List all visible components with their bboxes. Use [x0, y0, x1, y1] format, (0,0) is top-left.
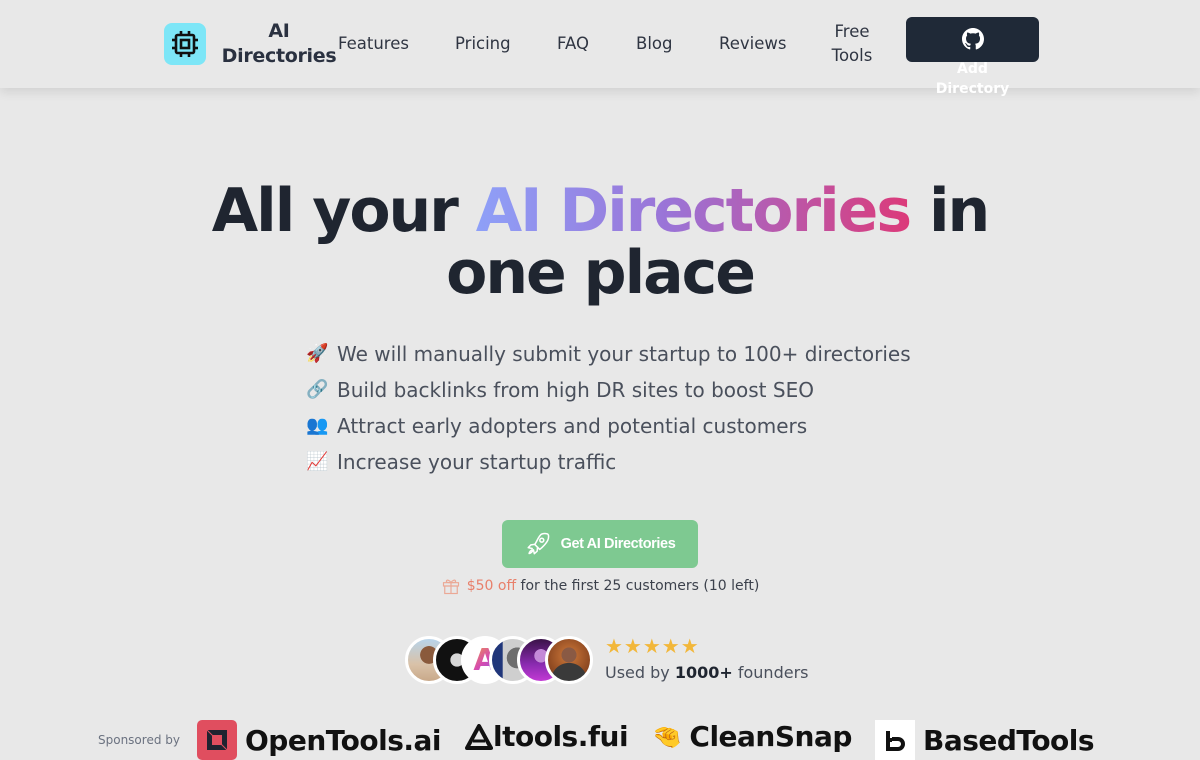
- add-directory-label-line-2: Directory: [935, 81, 1010, 97]
- used-by-text: Used by 1000+ founders: [605, 662, 808, 684]
- rocket-icon: 🚀: [306, 343, 329, 364]
- feature-text: Attract early adopters and potential cus…: [337, 414, 808, 438]
- sponsor-opentools[interactable]: OpenTools.ai: [197, 720, 442, 760]
- nav-free-tools-line-1: Free: [834, 22, 870, 41]
- aitools-logo-icon: [465, 723, 493, 750]
- sponsor-name: OpenTools.ai: [245, 723, 442, 757]
- feature-text: Build backlinks from high DR sites to bo…: [337, 378, 814, 402]
- feature-item: 🚀 We will manually submit your startup t…: [306, 336, 946, 372]
- brand-line-1: AI: [268, 20, 290, 42]
- hero-title: All your AI Directories in one place: [0, 180, 1200, 304]
- used-by-count: 1000+: [674, 663, 733, 682]
- sponsor-name: CleanSnap: [689, 720, 852, 753]
- cpu-chip-icon: [172, 31, 198, 57]
- sponsor-name: BasedTools: [923, 723, 1095, 757]
- hero-title-highlight: AI Directories: [475, 176, 912, 246]
- link-icon: 🔗: [306, 379, 329, 400]
- brand-name[interactable]: AI Directories: [218, 19, 340, 69]
- promo-text: $50 off for the first 25 customers (10 l…: [0, 576, 1200, 596]
- feature-item: 🔗 Build backlinks from high DR sites to …: [306, 372, 946, 408]
- feature-text: Increase your startup traffic: [337, 450, 617, 474]
- avatar: [545, 636, 593, 684]
- promo-discount: $50 off: [466, 578, 517, 594]
- nav-faq[interactable]: FAQ: [557, 32, 589, 56]
- feature-item: 📈 Increase your startup traffic: [306, 444, 946, 480]
- sponsor-basedtools[interactable]: BasedTools: [875, 720, 1095, 760]
- get-ai-directories-button[interactable]: Get AI Directories: [502, 520, 698, 568]
- feature-item: 👥 Attract early adopters and potential c…: [306, 408, 946, 444]
- sponsor-name: ltools.fui: [493, 720, 629, 753]
- promo-detail: for the first 25 customers (10 left): [520, 578, 760, 594]
- hero-title-part-1: All your: [211, 176, 476, 246]
- used-by-suffix: founders: [732, 663, 809, 682]
- add-directory-label-line-1: Add: [957, 61, 988, 77]
- opentools-logo-icon: [197, 720, 237, 760]
- sponsored-by-label: Sponsored by: [98, 733, 180, 747]
- rating-stars: ★★★★★: [605, 634, 700, 658]
- hero-title-part-2: in: [910, 176, 990, 246]
- gift-icon: [442, 579, 459, 595]
- nav-reviews[interactable]: Reviews: [719, 32, 786, 56]
- nav-free-tools-line-2: Tools: [831, 46, 873, 65]
- nav-features[interactable]: Features: [338, 32, 409, 56]
- rocket-outline-icon: [527, 532, 549, 555]
- add-directory-button[interactable]: [906, 17, 1039, 62]
- site-header: AI Directories Features Pricing FAQ Blog…: [0, 0, 1200, 97]
- add-directory-label: Add Directory: [906, 59, 1039, 99]
- brand-line-2: Directories: [221, 45, 337, 67]
- chart-up-icon: 📈: [306, 451, 329, 472]
- pinch-hand-icon: 🤏: [652, 722, 682, 751]
- customer-avatars: A: [405, 636, 595, 684]
- sponsor-aitools[interactable]: ltools.fui: [465, 720, 629, 753]
- nav-pricing[interactable]: Pricing: [455, 32, 511, 56]
- nav-free-tools[interactable]: Free Tools: [822, 20, 882, 68]
- sponsor-cleansnap[interactable]: 🤏 CleanSnap: [652, 720, 852, 753]
- logo-link[interactable]: [164, 23, 206, 65]
- cta-label: Get AI Directories: [560, 536, 676, 552]
- people-icon: 👥: [306, 415, 329, 436]
- feature-text: We will manually submit your startup to …: [337, 342, 911, 366]
- used-by-prefix: Used by: [605, 663, 675, 682]
- nav-blog[interactable]: Blog: [636, 32, 672, 56]
- basedtools-logo-icon: [875, 720, 915, 760]
- github-icon: [961, 28, 984, 50]
- feature-list: 🚀 We will manually submit your startup t…: [306, 336, 946, 480]
- hero-title-line-2: one place: [446, 238, 756, 308]
